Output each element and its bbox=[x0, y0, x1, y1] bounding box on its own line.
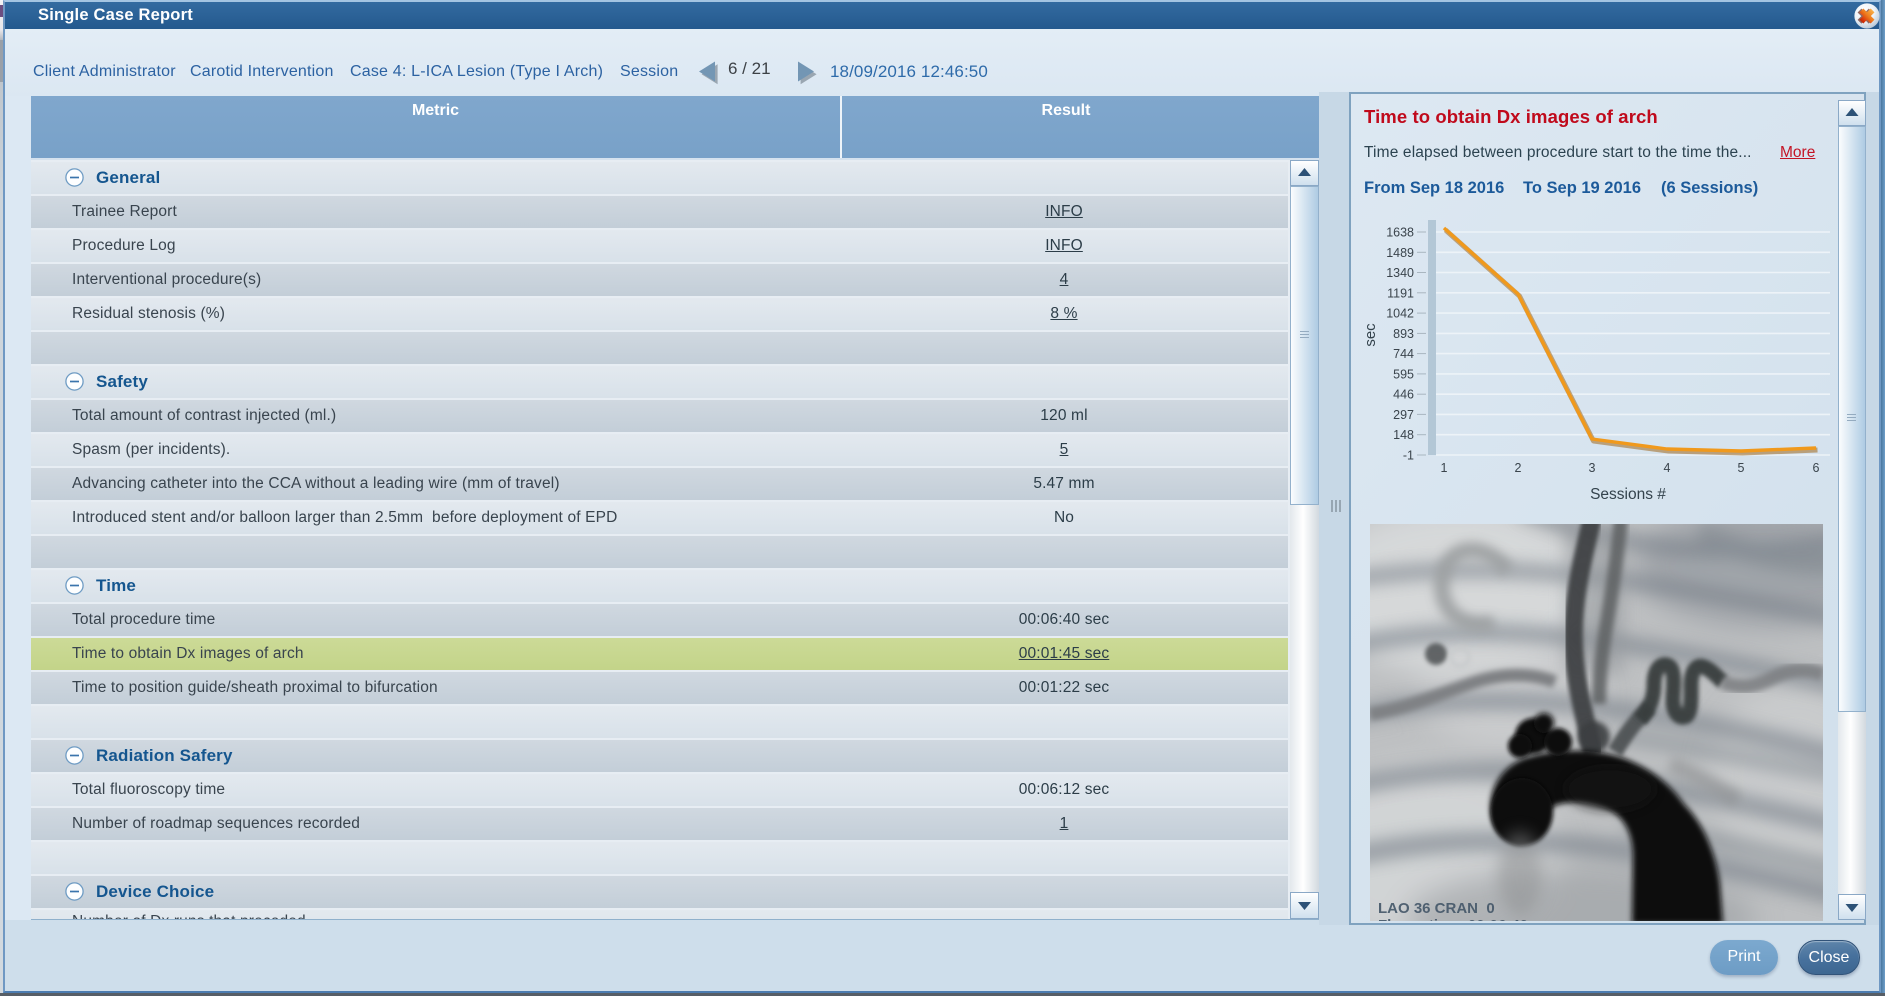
svg-text:1042: 1042 bbox=[1386, 307, 1414, 321]
svg-text:2: 2 bbox=[1515, 461, 1522, 475]
svg-text:1191: 1191 bbox=[1387, 286, 1414, 300]
svg-text:LAO 36 CRAN 0: LAO 36 CRAN 0 bbox=[1378, 900, 1495, 917]
svg-text:595: 595 bbox=[1393, 367, 1414, 381]
svg-text:446: 446 bbox=[1393, 388, 1414, 402]
svg-text:744: 744 bbox=[1393, 347, 1414, 361]
svg-text:Fluoro time 00:06:40: Fluoro time 00:06:40 bbox=[1378, 917, 1528, 921]
svg-text:297: 297 bbox=[1393, 408, 1414, 422]
svg-text:4: 4 bbox=[1664, 461, 1671, 475]
svg-text:6: 6 bbox=[1813, 461, 1820, 475]
svg-text:Sessions #: Sessions # bbox=[1590, 486, 1666, 503]
svg-text:1340: 1340 bbox=[1386, 266, 1414, 280]
svg-text:1: 1 bbox=[1441, 461, 1448, 475]
svg-text:893: 893 bbox=[1393, 327, 1414, 341]
svg-text:sec: sec bbox=[1362, 323, 1379, 347]
svg-text:-1: -1 bbox=[1403, 449, 1414, 463]
svg-text:1489: 1489 bbox=[1386, 246, 1414, 260]
svg-text:1638: 1638 bbox=[1386, 226, 1414, 240]
svg-text:148: 148 bbox=[1393, 428, 1414, 442]
svg-text:3: 3 bbox=[1589, 461, 1596, 475]
svg-text:5: 5 bbox=[1738, 461, 1745, 475]
